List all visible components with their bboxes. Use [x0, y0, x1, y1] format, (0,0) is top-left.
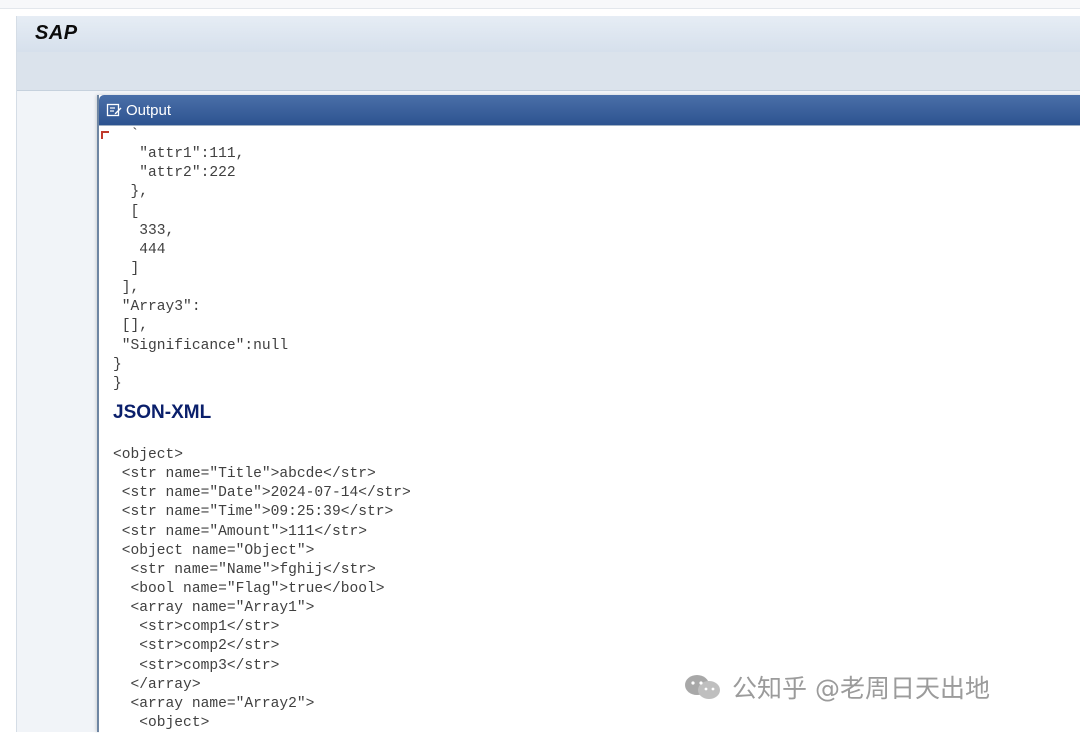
- code-line: <str name="Date">2024-07-14</str>: [113, 485, 411, 502]
- code-line: <object>: [113, 447, 184, 463]
- code-line: [],: [113, 318, 149, 335]
- output-content[interactable]: ` "attr1":111, "attr2":222 }, [ 333, 444…: [99, 125, 1080, 733]
- json-output: ` "attr1":111, "attr2":222 }, [ 333, 444…: [113, 126, 288, 394]
- cursor-marker: [101, 131, 109, 139]
- code-line: <str name="Time">09:25:39</str>: [113, 504, 394, 521]
- code-line: 333,: [113, 222, 175, 239]
- code-line: }: [113, 356, 122, 373]
- edit-window-icon: [106, 103, 122, 117]
- wechat-icon: [685, 675, 720, 699]
- window-title: Output: [126, 102, 172, 119]
- code-line: ]: [113, 260, 140, 277]
- code-line: "Array3":: [113, 299, 201, 316]
- watermark: 公 知乎 @老周日天出地: [682, 670, 990, 704]
- code-line: <str>comp3</str>: [113, 657, 280, 674]
- code-line: <object name="Object">: [113, 542, 315, 559]
- code-line: <str>comp2</str>: [113, 638, 280, 655]
- sap-logo: SAP: [35, 22, 78, 44]
- code-line: ],: [113, 280, 140, 297]
- output-window: Output ` "attr1":111, "attr2":222 }, [ 3…: [97, 95, 1080, 733]
- code-line: },: [113, 184, 149, 201]
- xml-output: <object> <str name="Title">abcde</str> <…: [113, 446, 411, 733]
- watermark-prefix: 公: [732, 674, 758, 703]
- code-line: [: [113, 203, 140, 220]
- code-line: `: [113, 127, 140, 143]
- code-line: <str name="Name">fghij</str>: [113, 561, 376, 578]
- code-line: }: [113, 375, 122, 392]
- code-line: <object>: [113, 714, 210, 731]
- code-line: <str name="Amount">111</str>: [113, 523, 367, 540]
- code-line: </array>: [113, 676, 201, 693]
- code-line: <array name="Array1">: [113, 600, 315, 617]
- code-line: "Significance":null: [113, 337, 289, 354]
- watermark-text: 知乎 @老周日天出地: [757, 674, 990, 703]
- code-line: "attr2":222: [113, 165, 236, 182]
- code-line: 444: [113, 241, 166, 258]
- window-titlebar[interactable]: Output: [99, 95, 1080, 125]
- code-line: <bool name="Flag">true</bool>: [113, 580, 385, 597]
- shell-header: SAP: [17, 16, 1080, 52]
- section-heading: JSON-XML: [113, 402, 212, 423]
- code-line: <array name="Array2">: [113, 695, 315, 712]
- code-line: <str>comp1</str>: [113, 619, 280, 636]
- top-strip: [0, 0, 1080, 9]
- code-line: "attr1":111,: [113, 146, 245, 163]
- shell-toolbar: [17, 52, 1080, 91]
- code-line: <str name="Title">abcde</str>: [113, 466, 376, 483]
